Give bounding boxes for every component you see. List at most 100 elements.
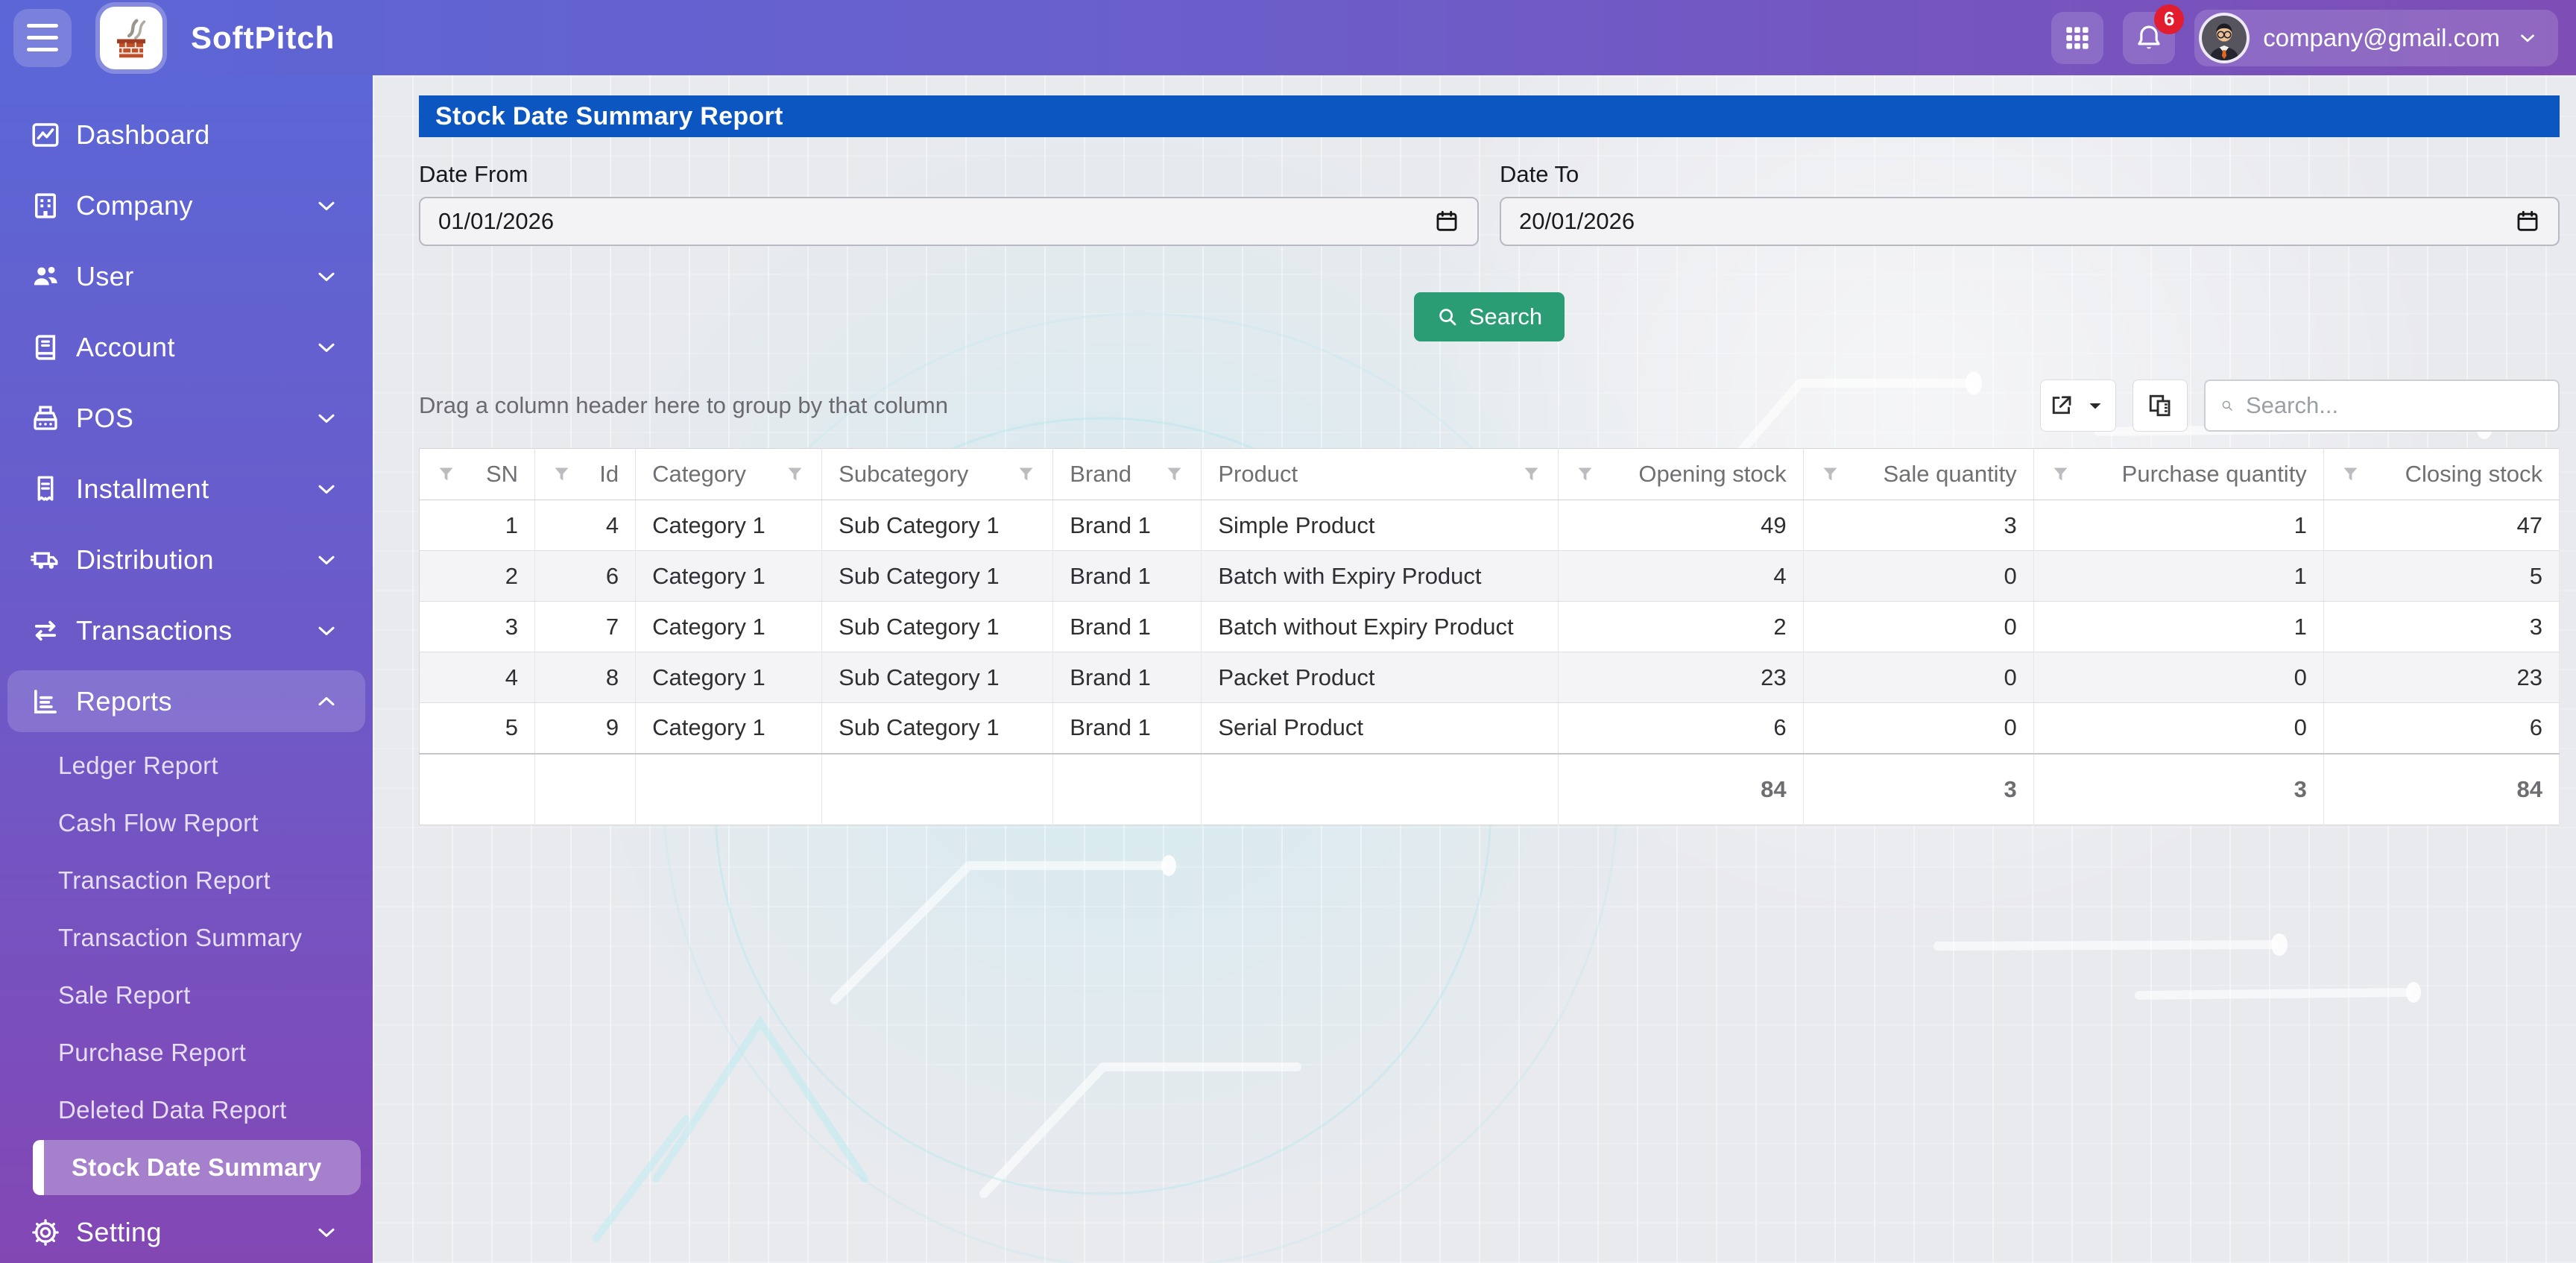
sidebar-subitem-transaction-report[interactable]: Transaction Report xyxy=(0,851,373,909)
grid-search-input[interactable] xyxy=(2246,392,2543,419)
sidebar-item-label: Setting xyxy=(76,1216,162,1247)
date-from-input[interactable] xyxy=(419,197,1479,246)
cell-product: Batch with Expiry Product xyxy=(1201,550,1559,602)
filter-funnel-icon[interactable] xyxy=(1016,464,1036,485)
column-header-brand[interactable]: Brand xyxy=(1052,448,1202,500)
sidebar-item-user[interactable]: User xyxy=(0,241,373,312)
column-header-label: Opening stock xyxy=(1638,461,1787,487)
column-header-purchase-quantity[interactable]: Purchase quantity xyxy=(2033,448,2324,500)
column-header-opening-stock[interactable]: Opening stock xyxy=(1558,448,1804,500)
cell-closing-stock: 6 xyxy=(2323,702,2560,754)
cell-category: Category 1 xyxy=(635,652,823,703)
sidebar-item-dashboard[interactable]: Dashboard xyxy=(0,99,373,170)
sidebar-item-distribution[interactable]: Distribution xyxy=(0,524,373,595)
total-opening-stock: 84 xyxy=(1558,752,1804,825)
cell-id: 4 xyxy=(534,500,637,551)
sidebar-item-account[interactable]: Account xyxy=(0,312,373,382)
sidebar-item-reports[interactable]: Reports xyxy=(0,666,373,737)
column-header-sale-quantity[interactable]: Sale quantity xyxy=(1803,448,2034,500)
filter-funnel-icon[interactable] xyxy=(2340,464,2361,485)
account-icon xyxy=(30,332,70,363)
notification-badge: 6 xyxy=(2154,4,2185,34)
sidebar-subitem-label: Stock Date Summary xyxy=(72,1153,322,1181)
sidebar-subitem-label: Cash Flow Report xyxy=(58,808,259,837)
apps-grid-icon xyxy=(2066,26,2089,49)
apps-grid-button[interactable] xyxy=(2051,11,2104,64)
column-header-sn[interactable]: SN xyxy=(419,448,536,500)
brand-title: SoftPitch xyxy=(191,19,335,55)
setting-icon xyxy=(30,1217,70,1248)
column-header-category[interactable]: Category xyxy=(635,448,823,500)
sidebar: Dashboard Company User Account POS Installmen… xyxy=(0,75,373,1263)
sidebar-item-setting[interactable]: Setting xyxy=(0,1197,373,1263)
date-from-value[interactable] xyxy=(438,208,1434,235)
total-subcategory xyxy=(821,752,1054,825)
cell-purchase-quantity: 0 xyxy=(2033,652,2324,703)
sidebar-item-company[interactable]: Company xyxy=(0,170,373,241)
cell-closing-stock: 23 xyxy=(2323,652,2560,703)
filter-funnel-icon[interactable] xyxy=(1521,464,1541,485)
cell-closing-stock: 47 xyxy=(2323,500,2560,551)
sidebar-item-transactions[interactable]: Transactions xyxy=(0,595,373,666)
sidebar-item-installment[interactable]: Installment xyxy=(0,453,373,524)
sidebar-item-pos[interactable]: POS xyxy=(0,382,373,453)
search-button-label: Search xyxy=(1468,303,1543,330)
chevron-down-icon xyxy=(2521,34,2534,42)
sidebar-subitem-cash-flow-report[interactable]: Cash Flow Report xyxy=(0,794,373,851)
sidebar-subitem-stock-date-summary[interactable]: Stock Date Summary xyxy=(33,1140,361,1195)
table-row[interactable]: 4 8 Category 1 Sub Category 1 Brand 1 Packet … xyxy=(419,652,2560,703)
sidebar-subitem-ledger-report[interactable]: Ledger Report xyxy=(0,737,373,794)
sidebar-subitem-label: Transaction Report xyxy=(58,866,271,894)
filter-funnel-icon[interactable] xyxy=(1575,464,1595,485)
column-chooser-button[interactable] xyxy=(2133,379,2188,432)
calendar-icon[interactable] xyxy=(2515,209,2540,234)
column-header-label: Closing stock xyxy=(2405,461,2542,487)
dashboard-icon xyxy=(30,119,70,151)
chevron-down-icon xyxy=(313,476,340,503)
export-button[interactable] xyxy=(2040,379,2116,432)
filter-funnel-icon[interactable] xyxy=(785,464,805,485)
report-page: Stock Date Summary Report Date From Date… xyxy=(373,75,2576,825)
sidebar-subitem-purchase-report[interactable]: Purchase Report xyxy=(0,1024,373,1081)
cell-sn: 2 xyxy=(419,550,536,602)
export-icon xyxy=(2052,396,2071,415)
filter-funnel-icon[interactable] xyxy=(1164,464,1184,485)
cell-brand: Brand 1 xyxy=(1052,500,1202,551)
column-header-id[interactable]: Id xyxy=(534,448,637,500)
sidebar-subitem-sale-report[interactable]: Sale Report xyxy=(0,966,373,1024)
cell-purchase-quantity: 1 xyxy=(2033,601,2324,652)
grid-search-box[interactable] xyxy=(2204,379,2560,432)
notifications-button[interactable]: 6 xyxy=(2123,4,2185,64)
cell-purchase-quantity: 0 xyxy=(2033,702,2324,754)
table-row[interactable]: 2 6 Category 1 Sub Category 1 Brand 1 Batch w… xyxy=(419,550,2560,602)
filter-funnel-icon[interactable] xyxy=(436,464,456,485)
date-to-value[interactable] xyxy=(1519,208,2515,235)
filter-funnel-icon[interactable] xyxy=(2051,464,2071,485)
column-header-product[interactable]: Product xyxy=(1201,448,1559,500)
table-row[interactable]: 1 4 Category 1 Sub Category 1 Brand 1 Simple … xyxy=(419,500,2560,551)
group-by-hint[interactable]: Drag a column header here to group by th… xyxy=(419,392,948,419)
total-closing-stock: 84 xyxy=(2323,752,2560,825)
table-row[interactable]: 3 7 Category 1 Sub Category 1 Brand 1 Batch w… xyxy=(419,601,2560,652)
grid-toolbar-right xyxy=(2040,379,2560,432)
chevron-down-icon xyxy=(313,617,340,644)
sidebar-nav: Dashboard Company User Account POS Installmen… xyxy=(0,99,373,1263)
search-button[interactable]: Search xyxy=(1413,292,1565,341)
totals-row: 84 3 3 84 xyxy=(419,752,2560,825)
date-to-input[interactable] xyxy=(1500,197,2560,246)
filter-funnel-icon[interactable] xyxy=(552,464,572,485)
hamburger-menu-button[interactable] xyxy=(13,8,72,67)
total-sale-quantity: 3 xyxy=(1803,752,2034,825)
date-from-label: Date From xyxy=(419,161,528,187)
table-row[interactable]: 5 9 Category 1 Sub Category 1 Brand 1 Serial … xyxy=(419,702,2560,754)
sidebar-subitem-transaction-summary[interactable]: Transaction Summary xyxy=(0,909,373,966)
calendar-icon[interactable] xyxy=(1434,209,1459,234)
column-header-closing-stock[interactable]: Closing stock xyxy=(2323,448,2560,500)
column-header-label: Brand xyxy=(1070,461,1131,487)
column-header-subcategory[interactable]: Subcategory xyxy=(821,448,1054,500)
sidebar-subitem-deleted-data-report[interactable]: Deleted Data Report xyxy=(0,1081,373,1138)
user-menu[interactable]: company@gmail.com xyxy=(2194,9,2558,66)
filter-funnel-icon[interactable] xyxy=(1820,464,1840,485)
app-logo xyxy=(100,6,162,69)
sidebar-item-label: Dashboard xyxy=(76,119,210,150)
